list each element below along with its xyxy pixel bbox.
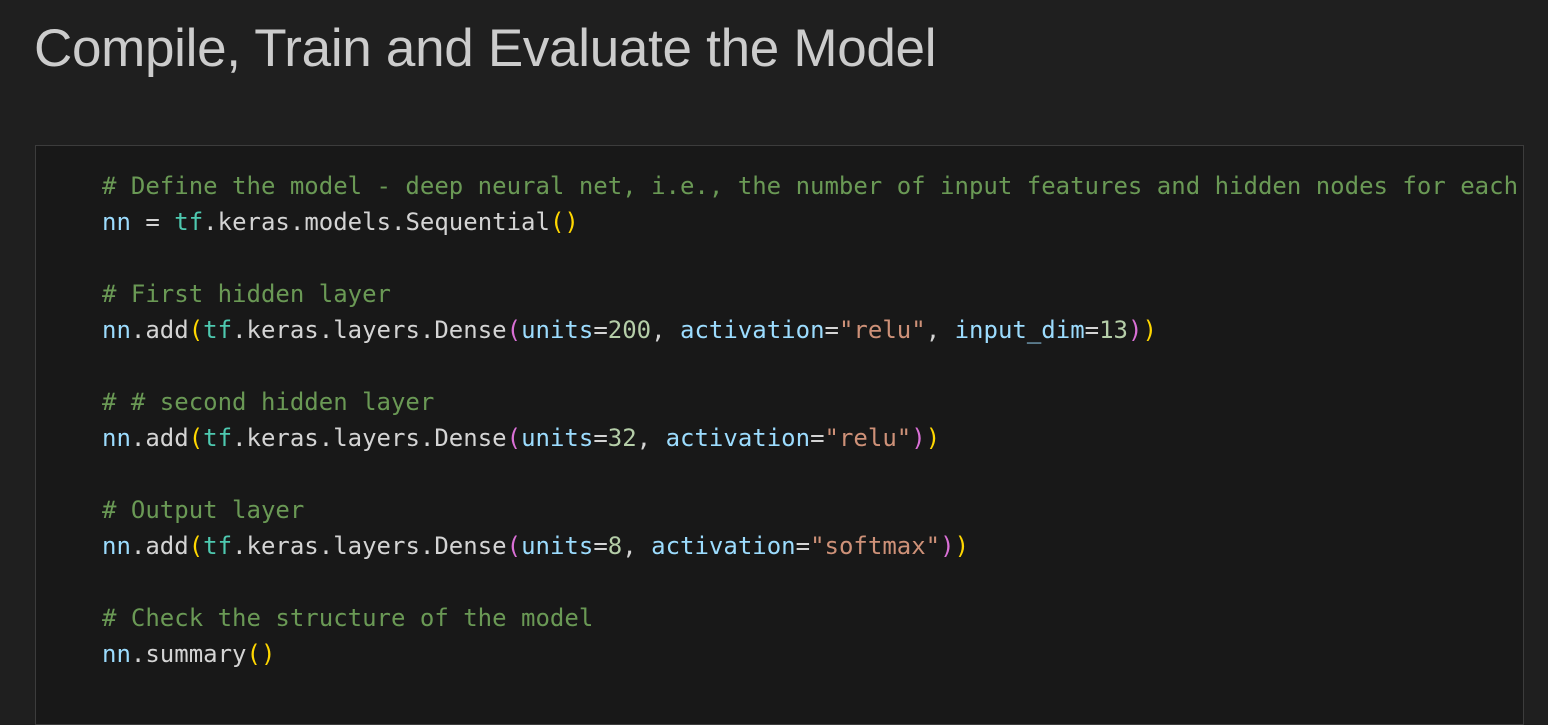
code-token-str: "relu" [824,424,912,452]
code-token-plain: .keras.layers.Dense [232,424,507,452]
page-title: Compile, Train and Evaluate the Model [34,19,937,78]
code-line: # Output layer [102,492,1523,528]
code-token-b1: ( [188,532,204,560]
code-token-b2: ) [940,532,955,560]
code-token-b1: ) [954,532,970,560]
code-token-plain: .add [130,316,189,344]
code-token-num: 13 [1099,316,1128,344]
code-token-comment: # Check the structure of the model [102,604,594,632]
code-token-str: "relu" [838,316,926,344]
code-token-b2: ( [506,532,522,560]
code-token-b2: ) [1128,316,1143,344]
code-token-param: input_dim [954,316,1085,344]
code-token-b1: ( [188,424,204,452]
code-token-param: activation [665,424,811,452]
code-token-b1: () [549,208,579,236]
code-token-b2: ( [506,424,522,452]
code-token-param: activation [680,316,825,344]
code-token-var: nn [102,640,131,668]
code-token-num: 200 [607,316,652,344]
code-token-plain: , [651,316,681,344]
code-token-comment: # First hidden layer [102,280,391,308]
code-line: nn = tf.keras.models.Sequential() [102,204,1523,240]
code-line: # # second hidden layer [102,384,1523,420]
code-line: nn.add(tf.keras.layers.Dense(units=32, a… [102,420,1523,456]
code-token-plain: .summary [130,640,247,668]
code-line: # Check the structure of the model [102,600,1523,636]
code-token-comment: # Define the model - deep neural net, i.… [102,172,1524,200]
code-token-str: "softmax" [810,532,941,560]
code-cell[interactable]: # Define the model - deep neural net, i.… [35,145,1524,725]
code-token-num: 8 [607,532,623,560]
code-token-b1: ( [188,316,204,344]
code-token-plain: = [795,532,811,560]
code-token-b2: ( [506,316,522,344]
code-token-plain: .add [130,532,189,560]
code-token-param: activation [651,532,796,560]
code-token-param: units [521,424,594,452]
code-token-b1: ) [1142,316,1157,344]
code-token-plain: , [636,424,666,452]
code-token-param: units [521,532,594,560]
code-line: # Define the model - deep neural net, i.… [102,168,1524,204]
code-token-plain: .keras.layers.Dense [232,532,507,560]
code-token-var: nn [102,316,131,344]
code-token-plain: , [622,532,652,560]
code-line: nn.add(tf.keras.layers.Dense(units=8, ac… [102,528,1523,564]
code-token-plain: = [810,424,825,452]
code-token-plain: , [925,316,955,344]
code-token-var: nn [102,532,131,560]
code-token-param: units [521,316,594,344]
code-token-num: 32 [607,424,637,452]
code-line: # First hidden layer [102,276,1523,312]
code-token-plain: = [824,316,839,344]
code-token-mod: tf [203,424,233,452]
code-token-plain: = [1084,316,1100,344]
code-token-comment: # Output layer [102,496,305,524]
code-token-plain: = [130,208,175,236]
code-token-mod: tf [174,208,204,236]
code-token-plain: = [593,424,608,452]
code-line: nn.summary() [102,636,1523,672]
code-token-plain: .keras.layers.Dense [232,316,507,344]
code-token-mod: tf [203,532,233,560]
code-token-b2: ) [911,424,926,452]
code-token-plain: = [593,316,608,344]
code-token-b1: () [246,640,276,668]
code-token-comment: # # second hidden layer [102,388,435,416]
code-token-plain: .keras.models.Sequential [203,208,550,236]
code-token-var: nn [102,208,131,236]
code-token-plain: = [593,532,608,560]
code-token-mod: tf [203,316,233,344]
code-line: nn.add(tf.keras.layers.Dense(units=200, … [102,312,1523,348]
code-token-var: nn [102,424,131,452]
code-token-b1: ) [925,424,941,452]
code-token-plain: .add [130,424,189,452]
code-editor[interactable]: # Define the model - deep neural net, i.… [102,168,1524,672]
